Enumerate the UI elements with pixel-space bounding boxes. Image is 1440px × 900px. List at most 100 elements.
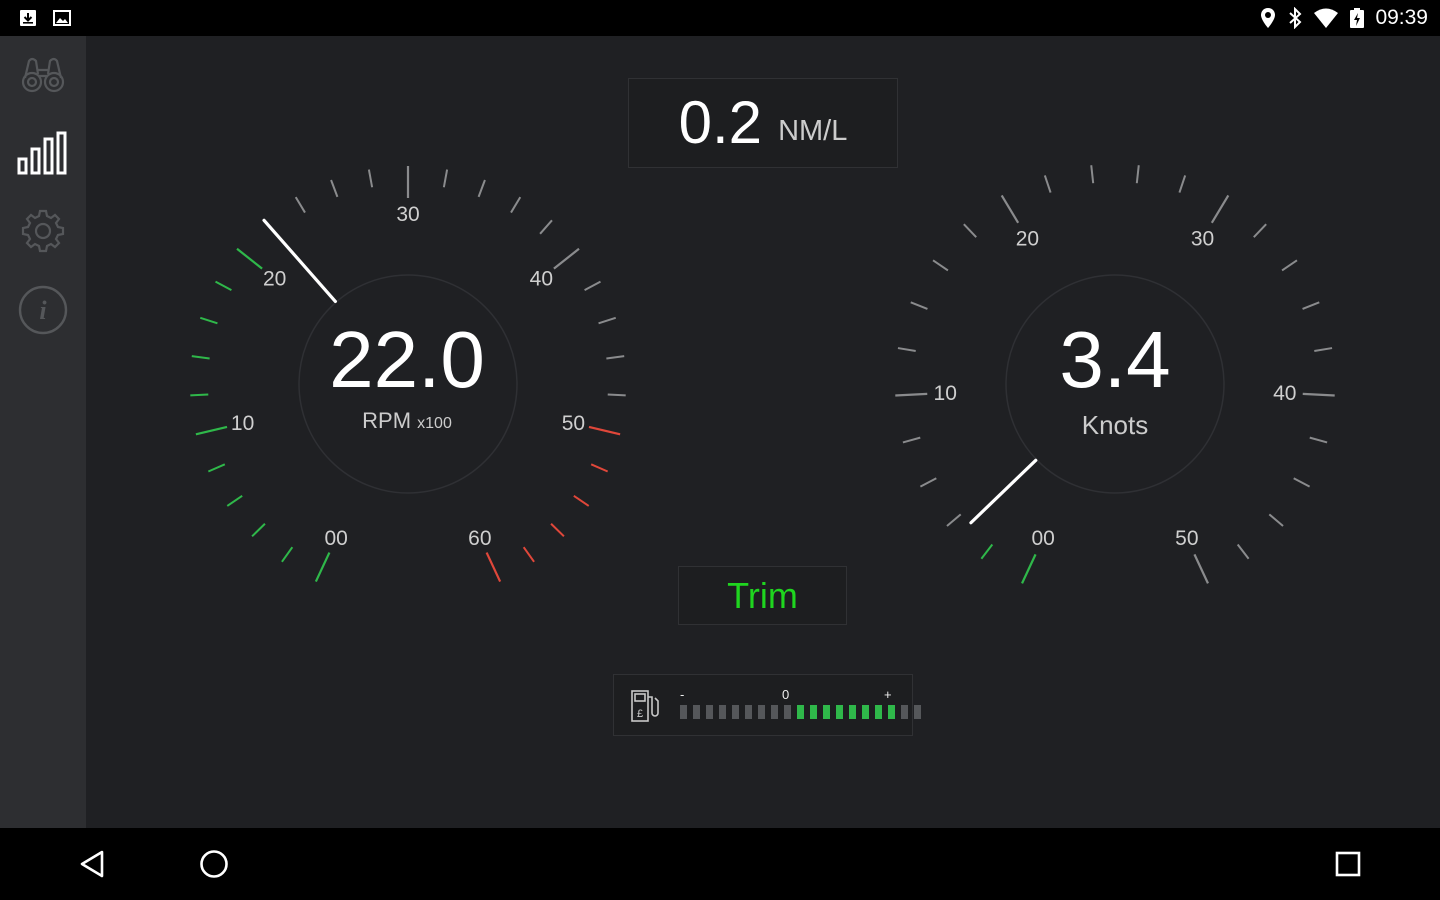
trim-segment xyxy=(810,705,817,719)
home-button[interactable] xyxy=(190,840,238,888)
rpm-readout: 22.0 RPM x100 xyxy=(307,318,507,434)
svg-text:£: £ xyxy=(637,708,643,720)
trim-segment xyxy=(875,705,882,719)
gauge-minor-tick xyxy=(1302,301,1320,310)
gauge-tick-label: 20 xyxy=(263,268,286,291)
gauge-tick-label: 10 xyxy=(934,382,957,405)
gauge-minor-tick xyxy=(1309,436,1328,444)
gauge-major-tick xyxy=(1210,194,1230,224)
gauge-major-tick xyxy=(195,425,228,436)
gauge-minor-tick xyxy=(980,543,994,560)
gauge-minor-tick xyxy=(281,546,294,563)
speed-readout: 3.4 Knots xyxy=(1015,318,1215,441)
gauge-major-tick xyxy=(485,552,502,583)
gauge-major-tick xyxy=(1000,194,1020,224)
fuel-pump-icon: £ xyxy=(631,690,659,722)
trim-segment xyxy=(771,705,778,719)
gauge-minor-tick xyxy=(590,463,609,473)
trim-segment xyxy=(823,705,830,719)
gauge-minor-tick xyxy=(190,393,209,397)
trim-button[interactable]: Trim xyxy=(678,566,847,625)
gauge-minor-tick xyxy=(932,259,949,272)
gauge-minor-tick xyxy=(1236,543,1250,560)
gauge-major-tick xyxy=(588,425,621,436)
gauge-minor-tick xyxy=(1293,477,1311,488)
back-button[interactable] xyxy=(68,840,116,888)
gauge-minor-tick xyxy=(522,546,535,563)
gauge-minor-tick xyxy=(477,179,486,198)
gauge-minor-tick xyxy=(606,355,625,360)
gauge-major-tick xyxy=(895,392,928,397)
gauge-tick-label: 20 xyxy=(1016,227,1039,250)
gauge-minor-tick xyxy=(1043,175,1052,193)
navigation-bar xyxy=(0,828,1440,900)
gauge-minor-tick xyxy=(199,316,218,325)
gauge-tick-label: 30 xyxy=(1191,227,1214,250)
gauge-minor-tick xyxy=(1268,513,1284,527)
gauge-needle xyxy=(969,458,1038,525)
gauge-minor-tick xyxy=(946,513,962,527)
trim-segment xyxy=(797,705,804,719)
gauge-tick-label: 40 xyxy=(530,268,553,291)
gauge-minor-tick xyxy=(1090,165,1095,184)
trim-segment xyxy=(745,705,752,719)
gauge-major-tick xyxy=(1302,392,1335,397)
gauge-minor-tick xyxy=(919,477,937,488)
gauge-tick-label: 10 xyxy=(231,412,254,435)
trim-segment xyxy=(706,705,713,719)
gauge-minor-tick xyxy=(550,523,565,538)
gauge-minor-tick xyxy=(226,495,243,507)
trim-segment xyxy=(849,705,856,719)
gauge-minor-tick xyxy=(442,169,449,188)
trim-segment xyxy=(758,705,765,719)
trim-plus-label: + xyxy=(884,687,892,702)
gauge-minor-tick xyxy=(1135,165,1140,184)
home-icon xyxy=(200,850,228,878)
gauge-tick-label: 60 xyxy=(468,527,491,550)
gauges-canvas: 00 10 20 30 40 50 60 00 10 20 30 40 50 xyxy=(190,165,1335,584)
rpm-value: 22.0 xyxy=(329,315,485,404)
trim-bar xyxy=(680,705,921,721)
speed-value: 3.4 xyxy=(1059,315,1171,404)
gauge-minor-tick xyxy=(215,280,232,291)
gauge-minor-tick xyxy=(294,196,306,214)
gauge-minor-tick xyxy=(1253,223,1267,238)
gauge-minor-tick xyxy=(897,347,916,352)
back-icon xyxy=(80,850,104,878)
trim-segment xyxy=(836,705,843,719)
gauge-tick-label: 30 xyxy=(396,203,419,226)
gauge-minor-tick xyxy=(251,523,266,538)
speed-label: Knots xyxy=(1081,410,1149,440)
gauge-minor-tick xyxy=(1178,175,1187,193)
rpm-multiplier: x100 xyxy=(417,415,452,432)
trim-segment xyxy=(914,705,921,719)
gauge-minor-tick xyxy=(1314,347,1333,352)
gauge-minor-tick xyxy=(573,495,590,507)
gauge-minor-tick xyxy=(330,179,339,198)
trim-segment xyxy=(888,705,895,719)
gauge-minor-tick xyxy=(902,436,921,444)
gauge-minor-tick xyxy=(963,223,977,238)
gauge-minor-tick xyxy=(1281,259,1298,272)
gauge-minor-tick xyxy=(910,301,928,310)
gauge-tick-label: 50 xyxy=(562,412,585,435)
gauge-major-tick xyxy=(1193,553,1209,584)
rpm-label: RPM xyxy=(362,408,412,433)
trim-label: Trim xyxy=(727,574,798,616)
trim-segment xyxy=(719,705,726,719)
trim-segment xyxy=(862,705,869,719)
recents-button[interactable] xyxy=(1324,840,1372,888)
gauge-tick-label: 00 xyxy=(1031,527,1054,550)
gauge-minor-tick xyxy=(598,316,617,325)
gauge-major-tick xyxy=(1021,553,1037,584)
gauge-minor-tick xyxy=(367,169,374,188)
gauge-tick-label: 00 xyxy=(324,527,347,550)
gauge-minor-tick xyxy=(510,196,522,214)
trim-segment xyxy=(901,705,908,719)
trim-segment xyxy=(693,705,700,719)
trim-segment xyxy=(732,705,739,719)
recents-icon xyxy=(1335,851,1361,877)
gauge-tick-label: 40 xyxy=(1273,382,1296,405)
gauge-major-tick xyxy=(553,247,580,270)
gauge-minor-tick xyxy=(584,280,601,291)
